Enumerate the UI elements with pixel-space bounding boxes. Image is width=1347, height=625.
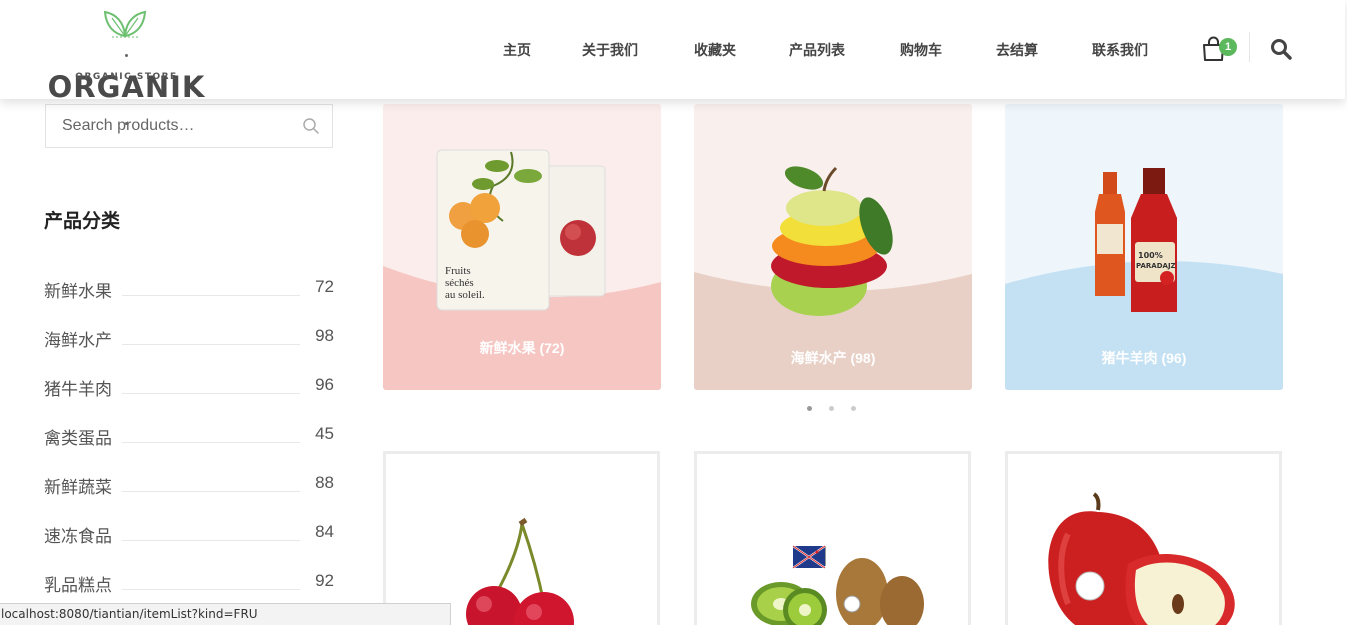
category-item[interactable]: 新鲜水果 72: [44, 277, 334, 301]
carousel-dot[interactable]: [829, 406, 834, 411]
search-icon[interactable]: [302, 117, 320, 135]
divider: [122, 295, 300, 296]
nav-divider: [1249, 32, 1250, 62]
category-count: 72: [315, 277, 334, 296]
sliced-fruit-image: [771, 166, 893, 316]
divider: [122, 589, 300, 590]
category-name: 新鲜蔬菜: [44, 478, 112, 497]
browser-status-bar: localhost:8080/tiantian/itemList?kind=FR…: [0, 603, 451, 625]
svg-text:PARADAJZ: PARADAJZ: [1136, 262, 1176, 270]
divider: [122, 393, 300, 394]
brand-name: ORGANIK: [44, 36, 209, 138]
category-item[interactable]: 速冻食品 84: [44, 522, 334, 546]
carousel-dot-active[interactable]: [807, 406, 812, 411]
category-card-seafood[interactable]: 海鲜水产 (98): [694, 104, 972, 390]
divider: [122, 491, 300, 492]
site-header: ORGANIK ORGANIC STORE 主页 关于我们 收藏夹 产品列表 购…: [0, 0, 1345, 125]
svg-text:au soleil.: au soleil.: [445, 289, 485, 301]
category-count: 84: [315, 522, 334, 541]
kiwi-image: [751, 545, 924, 625]
svg-text:100%: 100%: [1138, 251, 1163, 260]
product-tile-cherries[interactable]: [383, 451, 660, 625]
category-name: 禽类蛋品: [44, 429, 112, 448]
category-item[interactable]: 海鲜水产 98: [44, 326, 334, 350]
divider: [122, 344, 300, 345]
cart-count-badge: 1: [1219, 38, 1237, 56]
nav-products[interactable]: 产品列表: [789, 40, 845, 60]
search-icon: [1271, 39, 1292, 60]
category-name: 猪牛羊肉: [44, 380, 112, 399]
nav-favorites[interactable]: 收藏夹: [694, 40, 736, 60]
cherries-image: [466, 517, 574, 625]
category-name: 新鲜水果: [44, 282, 112, 301]
category-item[interactable]: 乳品糕点 92: [44, 571, 334, 595]
card-label: 猪牛羊肉 (96): [1101, 350, 1187, 366]
product-tile-kiwi[interactable]: [694, 451, 971, 625]
category-item[interactable]: 禽类蛋品 45: [44, 424, 334, 448]
category-item[interactable]: 新鲜蔬菜 88: [44, 473, 334, 497]
juice-bottles-image: 100% PARADAJZ: [1095, 168, 1177, 312]
nav-checkout[interactable]: 去结算: [996, 40, 1038, 60]
nav-cart[interactable]: 购物车: [900, 40, 942, 60]
category-card-meat[interactable]: 100% PARADAJZ 猪牛羊肉 (96): [1005, 104, 1283, 390]
cart-button[interactable]: 1: [1201, 36, 1237, 64]
category-count: 92: [315, 571, 334, 590]
product-tile-apple[interactable]: [1005, 451, 1282, 625]
dried-fruit-bag-image: Fruits séchés au soleil.: [436, 149, 606, 311]
category-name: 海鲜水产: [44, 331, 112, 350]
apple-image: [1048, 492, 1235, 625]
header-search-button[interactable]: [1270, 38, 1294, 62]
category-count: 45: [315, 424, 334, 443]
category-card-fruit[interactable]: Fruits séchés au soleil. 新鲜水果 (72): [383, 104, 661, 390]
leaf-icon: [103, 10, 147, 38]
card-label: 新鲜水果 (72): [479, 340, 565, 356]
svg-text:séchés: séchés: [445, 277, 474, 289]
svg-text:Fruits: Fruits: [445, 265, 471, 277]
category-count: 88: [315, 473, 334, 492]
divider: [122, 540, 300, 541]
category-title: 产品分类: [44, 211, 121, 232]
nav-home[interactable]: 主页: [503, 40, 531, 60]
nav-about[interactable]: 关于我们: [582, 40, 638, 60]
category-count: 98: [315, 326, 334, 345]
carousel-dot[interactable]: [851, 406, 856, 411]
category-name: 速冻食品: [44, 527, 112, 546]
category-name: 乳品糕点: [44, 576, 112, 595]
nav-contact[interactable]: 联系我们: [1092, 40, 1148, 60]
category-item[interactable]: 猪牛羊肉 96: [44, 375, 334, 399]
category-count: 96: [315, 375, 334, 394]
brand-tagline: ORGANIC STORE: [75, 72, 178, 82]
divider: [122, 442, 300, 443]
card-label: 海鲜水产 (98): [790, 350, 876, 366]
logo[interactable]: ORGANIK ORGANIC STORE: [44, 8, 209, 125]
